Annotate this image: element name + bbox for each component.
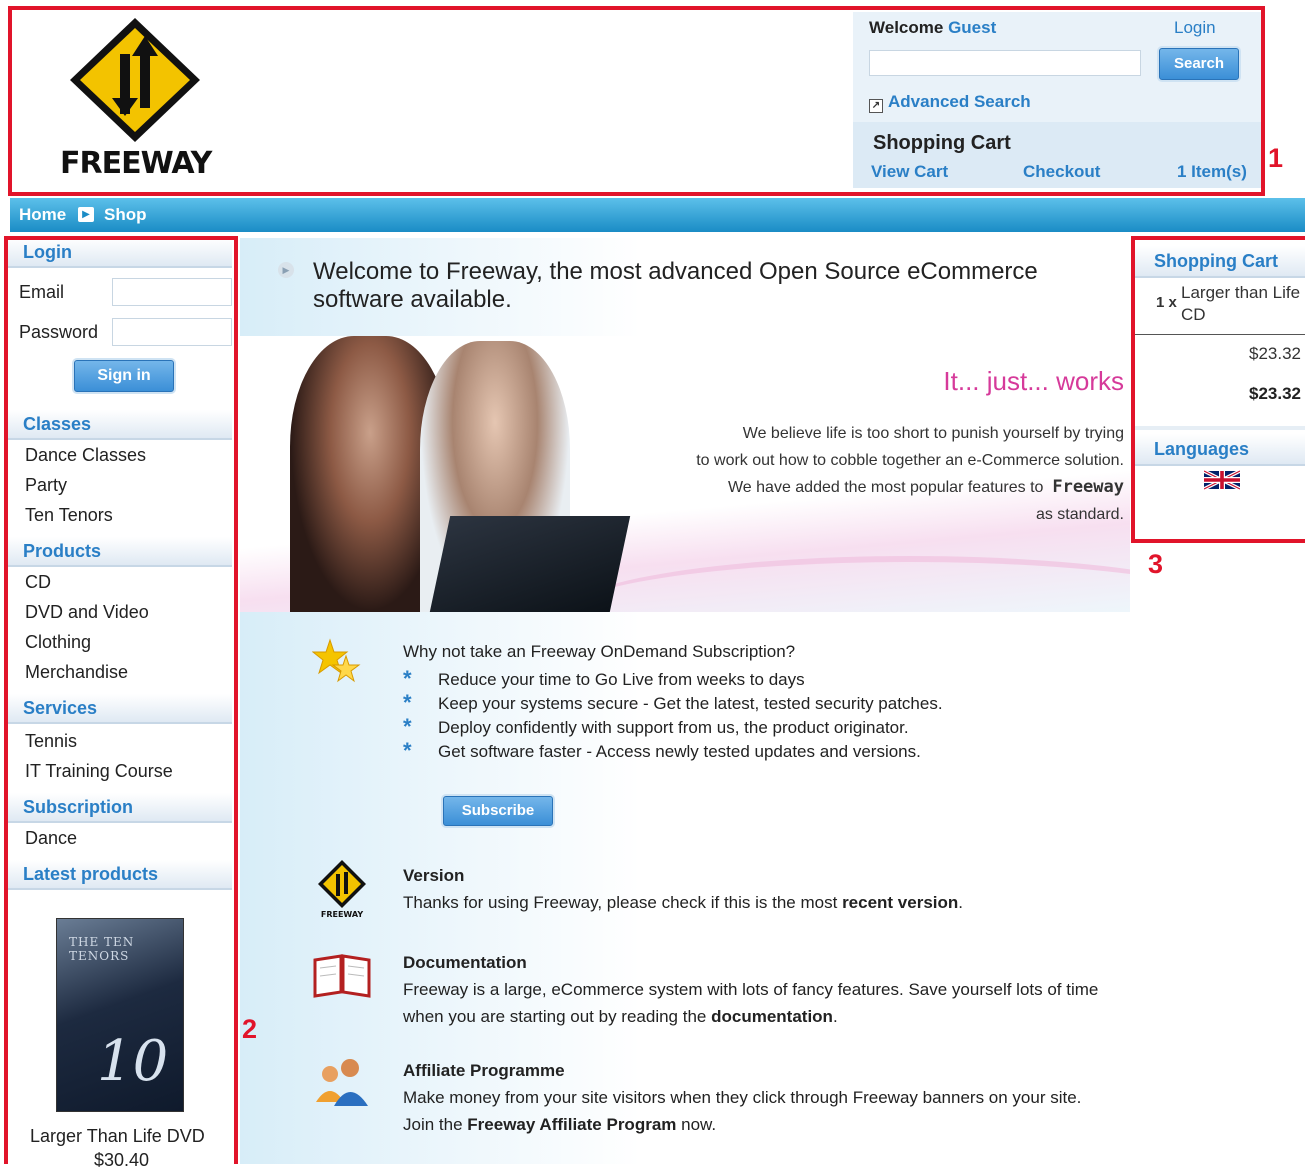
- ondemand-question: Why not take an Freeway OnDemand Subscri…: [403, 642, 796, 661]
- version-text: Thanks for using Freeway, please check i…: [403, 893, 838, 912]
- benefit-star-icon: *: [403, 738, 412, 763]
- hero-line-3-text: We have added the most popular features …: [727, 479, 1044, 496]
- hero-line-1: We believe life is too short to punish y…: [742, 425, 1124, 442]
- affiliate-text-2: Join the Freeway Affiliate Program now.: [403, 1111, 1143, 1138]
- hero-line-3: We have added the most popular features …: [624, 474, 1124, 501]
- benefit-item: Deploy confidently with support from us,…: [438, 718, 909, 737]
- affiliate-program-link[interactable]: Freeway Affiliate Program: [467, 1115, 676, 1134]
- hero-slogan: It... just... works: [943, 366, 1124, 396]
- annotation-box-2: [4, 236, 238, 1164]
- benefit-star-icon: *: [403, 714, 412, 739]
- callout-2: 2: [242, 1014, 258, 1044]
- breadcrumb-home[interactable]: Home: [19, 205, 66, 225]
- benefit-star-icon: *: [403, 666, 412, 691]
- version-desc: Thanks for using Freeway, please check i…: [403, 893, 964, 912]
- stars-icon: [312, 638, 361, 683]
- affiliate-title: Affiliate Programme: [403, 1061, 565, 1080]
- benefit-item: Keep your systems secure - Get the lates…: [438, 694, 943, 713]
- annotation-box-3: [1131, 236, 1305, 543]
- benefit-star-icon: *: [403, 690, 412, 715]
- documentation-title: Documentation: [403, 953, 527, 972]
- hero-banner: It... just... works We believe life is t…: [240, 336, 1130, 612]
- book-icon: [313, 954, 371, 998]
- hero-line-4: as standard.: [1035, 506, 1124, 523]
- breadcrumb: Home ▶ Shop: [10, 198, 1305, 232]
- hero-brand: Freeway: [1052, 477, 1124, 497]
- svg-text:FREEWAY: FREEWAY: [321, 910, 363, 918]
- breadcrumb-separator-icon: ▶: [78, 207, 94, 222]
- welcome-heading: Welcome to Freeway, the most advanced Op…: [313, 258, 1038, 313]
- affiliate-join: Join the: [403, 1115, 463, 1134]
- affiliate-desc: Make money from your site visitors when …: [403, 1084, 1143, 1138]
- benefit-item: Get software faster - Access newly teste…: [438, 742, 921, 761]
- benefit-item: Reduce your time to Go Live from weeks t…: [438, 670, 805, 689]
- annotation-box-1: [8, 6, 1265, 196]
- main-content: ▶ Welcome to Freeway, the most advanced …: [240, 238, 1130, 1164]
- hero-line-2: to work out how to cobble together an e-…: [696, 452, 1124, 469]
- documentation-desc: Freeway is a large, eCommerce system wit…: [403, 980, 1099, 1026]
- affiliate-text-1: Make money from your site visitors when …: [403, 1088, 1082, 1107]
- laptop-image: [429, 516, 631, 612]
- documentation-link[interactable]: documentation: [711, 1007, 833, 1026]
- affiliate-now: now.: [681, 1115, 717, 1134]
- callout-3: 3: [1148, 549, 1164, 579]
- recent-version-link[interactable]: recent version: [842, 893, 958, 912]
- hero-text: We believe life is too short to punish y…: [624, 420, 1124, 528]
- hero-wave: [560, 556, 1130, 612]
- breadcrumb-shop[interactable]: Shop: [104, 205, 147, 225]
- version-title: Version: [403, 866, 465, 885]
- bullet-arrow-icon: ▶: [278, 262, 294, 278]
- subscribe-button[interactable]: Subscribe: [443, 796, 553, 826]
- freeway-version-icon: FREEWAY: [318, 860, 366, 918]
- callout-1: 1: [1268, 143, 1284, 173]
- affiliate-people-icon: [316, 1059, 368, 1106]
